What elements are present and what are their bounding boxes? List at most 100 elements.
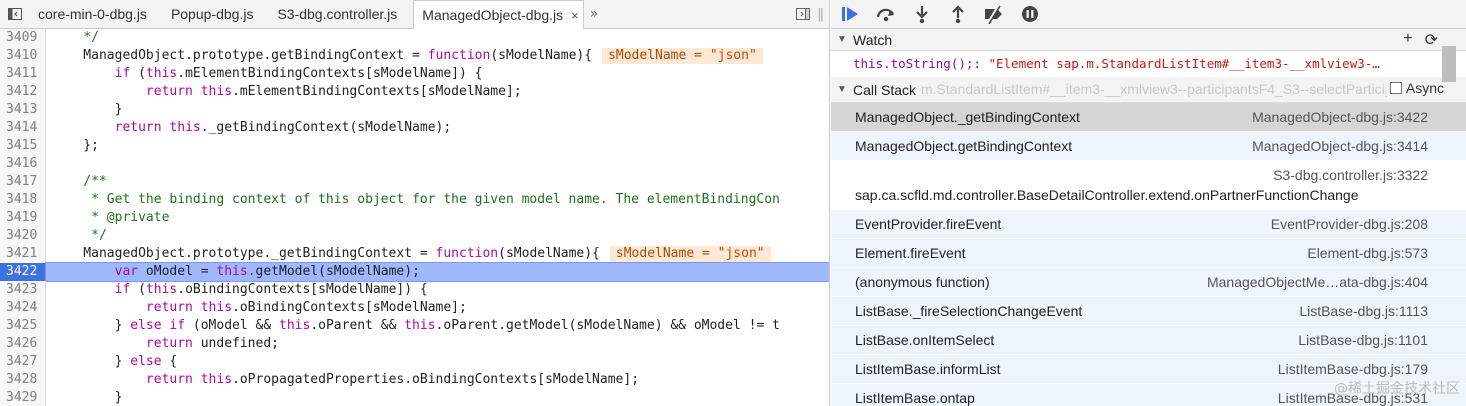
code-line-3425: 3425 } else if (oModel && this.oParent &… [0,317,829,335]
tab-core-min-0-dbg[interactable]: core-min-0-dbg.js [30,0,163,28]
code-line-3424: 3424 return this.oBindingContexts[sModel… [0,299,829,317]
callstack-frame[interactable]: Element-dbg.js:573 Element.fireEvent [831,239,1466,268]
code-text: } [52,318,131,333]
tab-popup-dbg[interactable]: Popup-dbg.js [163,0,270,28]
expand-triangle-icon[interactable]: ▼ [837,34,853,45]
panel-resize-grip-icon[interactable]: || [817,7,824,22]
step-out-icon[interactable] [947,4,969,24]
line-number[interactable]: 3412 [0,83,46,101]
expand-triangle-icon[interactable]: ▼ [837,84,853,95]
code-comment: * Get the binding context of this object… [52,192,780,207]
line-source: return this.oBindingContexts[sModelName]… [46,299,829,317]
line-number[interactable]: 3409 [0,29,46,47]
tab-overflow-button[interactable]: » [584,0,605,28]
async-checkbox[interactable] [1389,82,1402,94]
code-line-3415: 3415 }; [0,137,829,155]
code-line-3422-paused: 3422 var oModel = this.getModel(sModelNa… [0,262,829,282]
refresh-watch-icon[interactable]: ⟳ [1425,30,1438,50]
line-number[interactable]: 3414 [0,119,46,137]
line-number[interactable]: 3417 [0,173,46,191]
deactivate-breakpoints-icon[interactable] [983,4,1005,24]
frame-function: EventProvider.fireEvent [855,216,1002,232]
add-watch-icon[interactable]: + [1403,30,1412,50]
code-text: .oParent.getModel(sModelName) && oModel … [435,318,780,333]
code-view[interactable]: 3409 */ 3410 ManagedObject.prototype.get… [0,29,829,406]
frame-function: ListBase._fireSelectionChangeEvent [855,303,1083,319]
tab-s3-dbg-controller[interactable]: S3-dbg.controller.js [269,0,413,28]
frame-location[interactable]: ListBase-dbg.js:1101 [1298,332,1428,348]
watch-section-header[interactable]: ▼ Watch + ⟳ [831,29,1466,51]
line-number[interactable]: 3424 [0,299,46,317]
callstack-title: Call Stack [853,81,917,98]
debugger-toolbar [831,0,1466,29]
line-source: } else if (oModel && this.oParent && thi… [46,317,829,335]
pause-on-exceptions-icon[interactable] [1019,4,1041,24]
frame-location[interactable]: EventProvider-dbg.js:208 [1271,216,1428,232]
callstack-section-header[interactable]: ▼ Call Stack m.StandardListItem#__item3-… [831,77,1466,103]
frame-location[interactable]: ManagedObject-dbg.js:3414 [1252,138,1428,154]
frame-location[interactable]: ManagedObjectMe…ata-dbg.js:404 [1207,274,1428,290]
callstack-frame[interactable]: ManagedObjectMe…ata-dbg.js:404 (anonymou… [831,268,1466,297]
line-source: ManagedObject.prototype._getBindingConte… [46,245,829,263]
code-line-3426: 3426 return undefined; [0,335,829,353]
inline-var-value: "json" [709,48,757,63]
frame-location[interactable]: ListItemBase-dbg.js:179 [1278,361,1428,377]
step-into-icon[interactable] [911,4,933,24]
line-number[interactable]: 3415 [0,137,46,155]
line-source: return this._getBindingContext(sModelNam… [46,119,829,137]
callstack-frame[interactable]: S3-dbg.controller.js:3322 sap.ca.scfld.m… [831,161,1466,210]
frame-location[interactable]: S3-dbg.controller.js:3322 [1273,167,1428,183]
line-source: var oModel = this.getModel(sModelName); [45,262,829,282]
resume-icon[interactable] [839,4,861,24]
frame-function: ManagedObject.getBindingContext [855,138,1073,154]
line-number[interactable]: 3427 [0,353,46,371]
sidebar-scrollbar-thumb[interactable] [1442,46,1456,82]
line-number[interactable]: 3413 [0,101,46,119]
callstack-frame[interactable]: ListBase-dbg.js:1113 ListBase._fireSelec… [831,297,1466,326]
line-number[interactable]: 3426 [0,335,46,353]
line-number[interactable]: 3416 [0,155,46,173]
line-number[interactable]: 3421 [0,245,46,263]
watch-expression-row[interactable]: this.toString();: "Element sap.m.Standar… [831,51,1466,77]
frame-function: sap.ca.scfld.md.controller.BaseDetailCon… [855,187,1359,203]
code-line-3418: 3418 * Get the binding context of this o… [0,191,829,209]
line-number-breakpoint[interactable]: 3422 [0,263,46,281]
code-keyword: this [279,318,311,333]
frame-location[interactable]: ListBase-dbg.js:1113 [1299,303,1428,319]
line-number[interactable]: 3423 [0,281,46,299]
line-number[interactable]: 3420 [0,227,46,245]
line-number[interactable]: 3418 [0,191,46,209]
callstack-frame[interactable]: EventProvider-dbg.js:208 EventProvider.f… [831,210,1466,239]
line-number[interactable]: 3419 [0,209,46,227]
close-tab-icon[interactable]: × [571,8,579,23]
frame-location[interactable]: Element-dbg.js:573 [1307,245,1428,261]
line-source: /** [46,173,829,191]
line-source: return this.mElementBindingContexts[sMod… [46,83,829,101]
code-text: ( [130,282,146,297]
line-number[interactable]: 3425 [0,317,46,335]
async-toggle[interactable]: Async [1385,80,1444,96]
editor-tab-bar: core-min-0-dbg.js Popup-dbg.js S3-dbg.co… [0,0,829,29]
code-text: oModel = [138,264,217,279]
line-source: ManagedObject.prototype.getBindingContex… [46,47,829,65]
line-number[interactable]: 3428 [0,371,46,389]
callstack-frame[interactable]: ManagedObject-dbg.js:3414 ManagedObject.… [831,132,1466,161]
line-source: * @private [46,209,829,227]
frame-function: ListBase.onItemSelect [855,332,995,348]
callstack-frame[interactable]: ListBase-dbg.js:1101 ListBase.onItemSele… [831,326,1466,355]
line-number[interactable]: 3410 [0,47,46,65]
toggle-debugger-icon[interactable] [795,6,811,22]
callstack-frame[interactable]: ManagedObject-dbg.js:3422 ManagedObject.… [831,103,1466,132]
line-number[interactable]: 3411 [0,65,46,83]
step-over-icon[interactable] [875,4,897,24]
code-text: .mElementBindingContexts[sModelName]) { [177,66,483,81]
tab-managedobject-dbg[interactable]: ManagedObject-dbg.js × [413,0,584,29]
toggle-navigator-button[interactable] [0,0,30,28]
frame-location[interactable]: ManagedObject-dbg.js:3422 [1252,109,1428,125]
line-number[interactable]: 3429 [0,389,46,406]
sidebar-toggle-icon [8,8,22,20]
